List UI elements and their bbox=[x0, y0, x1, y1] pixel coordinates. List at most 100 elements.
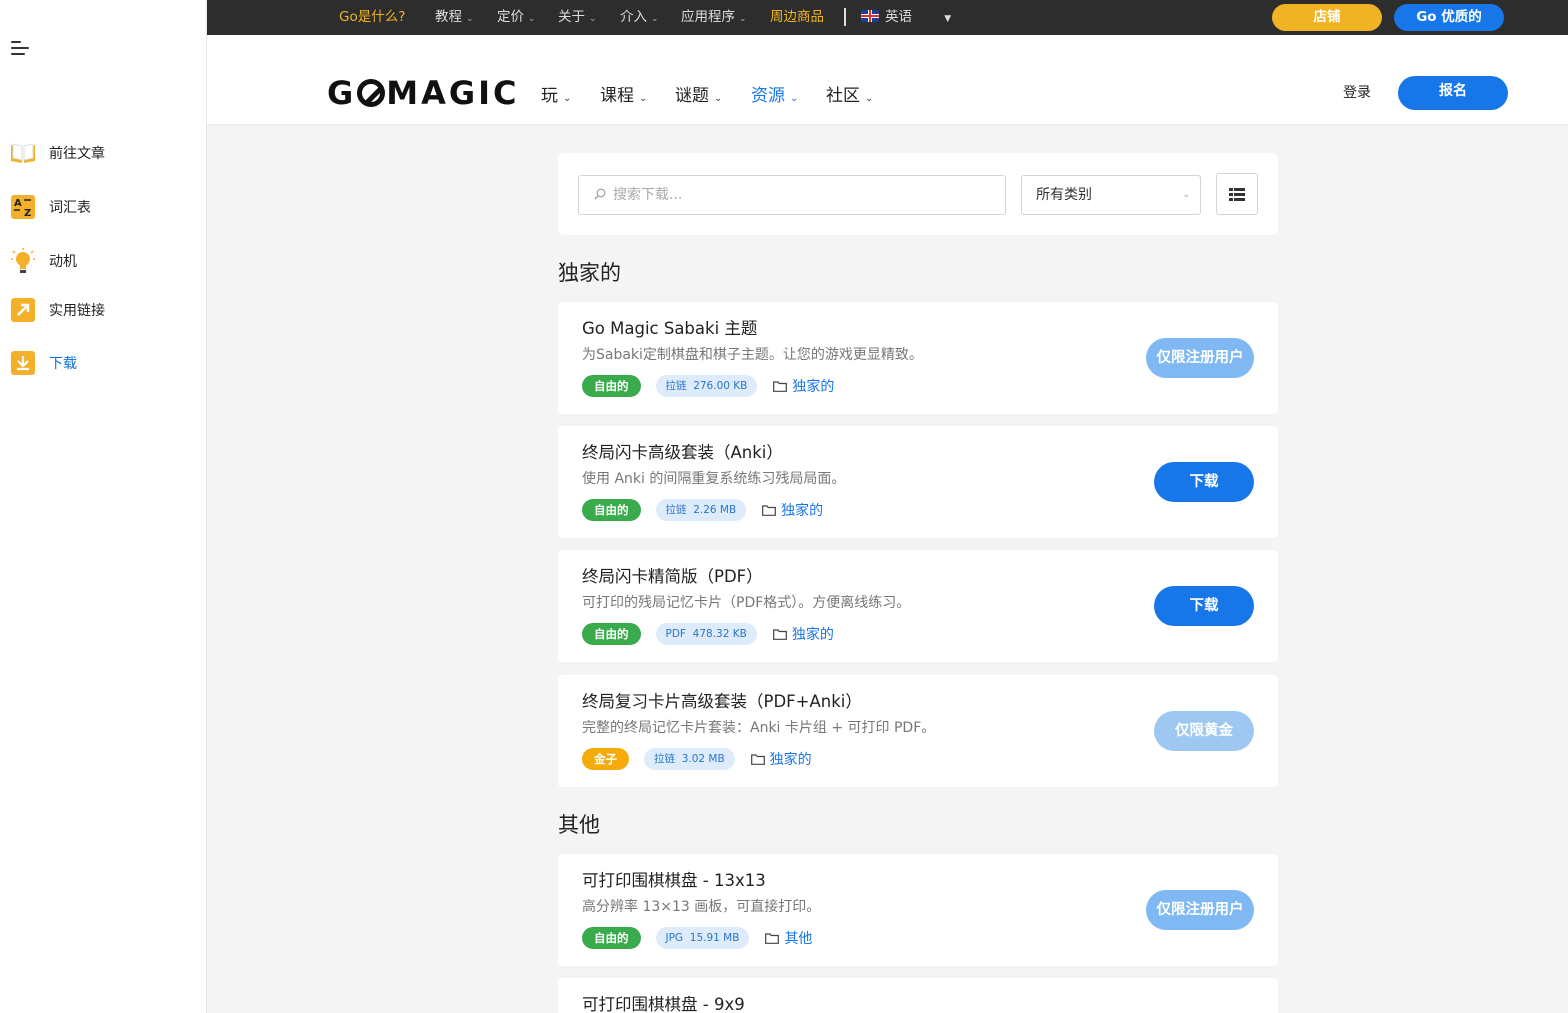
lightbulb-icon bbox=[10, 248, 36, 274]
license-badge: 自由的 bbox=[582, 375, 641, 397]
sidebar-item-label: 实用链接 bbox=[49, 303, 105, 319]
chevron-down-icon: ⌄ bbox=[739, 14, 747, 24]
registered-only-button[interactable]: 仅限注册用户 bbox=[1146, 890, 1254, 930]
license-badge: 自由的 bbox=[582, 927, 641, 949]
chevron-down-icon: ⌄ bbox=[466, 14, 474, 24]
go-premium-button[interactable]: Go 优质的 bbox=[1394, 4, 1504, 31]
sidebar-item-label: 前往文章 bbox=[49, 146, 105, 162]
nav-play[interactable]: 玩 ⌄ bbox=[541, 81, 571, 106]
folder-icon bbox=[765, 932, 780, 944]
nav-resources[interactable]: 资源 ⌄ bbox=[751, 81, 798, 106]
topbar-apps[interactable]: 应用程序 ⌄ bbox=[681, 0, 747, 35]
signup-button[interactable]: 报名 bbox=[1398, 76, 1508, 110]
download-meta: 自由的 JPG 15.91 MB 其他 bbox=[582, 927, 812, 949]
sidebar-item-label: 动机 bbox=[49, 254, 77, 270]
login-link[interactable]: 登录 bbox=[1343, 82, 1371, 102]
download-meta: 自由的 拉链 2.26 MB 独家的 bbox=[582, 499, 823, 521]
download-title: 终局复习卡片高级套装（PDF+Anki） bbox=[582, 692, 862, 711]
chevron-down-icon: ⌄ bbox=[651, 14, 659, 24]
download-item: 可打印围棋棋盘 - 13x13 高分辨率 13×13 画板，可直接打印。 自由的… bbox=[558, 854, 1278, 966]
topbar-what-is-go[interactable]: Go是什么? bbox=[339, 0, 405, 35]
topbar-divider bbox=[844, 8, 846, 26]
category-link[interactable]: 其他 bbox=[784, 928, 812, 948]
chevron-down-icon: ⌄ bbox=[714, 93, 723, 104]
topbar-merch[interactable]: 周边商品 bbox=[770, 0, 824, 35]
topbar-about[interactable]: 关于 ⌄ bbox=[558, 0, 597, 35]
download-button[interactable]: 下载 bbox=[1154, 586, 1254, 626]
download-icon bbox=[10, 350, 36, 376]
sidebar-item-downloads[interactable]: 下载 bbox=[10, 349, 77, 377]
download-description: 完整的终局记忆卡片套装：Anki 卡片组 + 可打印 PDF。 bbox=[582, 720, 936, 736]
uk-flag-icon bbox=[861, 10, 879, 22]
category-link[interactable]: 独家的 bbox=[770, 749, 812, 769]
download-title: 终局闪卡精简版（PDF） bbox=[582, 567, 763, 586]
sidebar-item-label: 下载 bbox=[49, 356, 77, 372]
category-link[interactable]: 独家的 bbox=[792, 376, 834, 396]
download-title: 终局闪卡高级套装（Anki） bbox=[582, 443, 783, 462]
download-item: 终局闪卡精简版（PDF） 可打印的残局记忆卡片（PDF格式）。方便离线练习。 自… bbox=[558, 550, 1278, 662]
download-description: 为Sabaki定制棋盘和棋子主题。让您的游戏更显精致。 bbox=[582, 347, 923, 363]
topbar-get-involved[interactable]: 介入 ⌄ bbox=[620, 0, 659, 35]
topbar-tutorials[interactable]: 教程 ⌄ bbox=[435, 0, 474, 35]
sidebar-item-glossary[interactable]: AZ 词汇表 bbox=[10, 193, 91, 221]
category-link[interactable]: 独家的 bbox=[781, 500, 823, 520]
download-item: 终局闪卡高级套装（Anki） 使用 Anki 的间隔重复系统练习残局局面。 自由… bbox=[558, 426, 1278, 538]
chevron-down-icon: ⌄ bbox=[790, 93, 799, 104]
chevron-down-icon: ⌄ bbox=[589, 14, 597, 24]
search-panel: 所有类别⌄ bbox=[558, 153, 1278, 235]
download-meta: 自由的 PDF 478.32 KB 独家的 bbox=[582, 623, 834, 645]
chevron-down-icon: ⌄ bbox=[639, 93, 648, 104]
nav-courses[interactable]: 课程 ⌄ bbox=[600, 81, 647, 106]
caret-down-icon: ▼ bbox=[944, 14, 952, 24]
language-selector[interactable]: 英语 ▼ bbox=[861, 0, 951, 35]
download-item: 终局复习卡片高级套装（PDF+Anki） 完整的终局记忆卡片套装：Anki 卡片… bbox=[558, 675, 1278, 787]
az-icon: AZ bbox=[10, 194, 36, 220]
svg-text:A: A bbox=[14, 198, 22, 209]
gomagic-logo[interactable]: G MAGIC bbox=[327, 75, 520, 111]
nav-community[interactable]: 社区 ⌄ bbox=[826, 81, 873, 106]
nav-puzzles[interactable]: 谜题 ⌄ bbox=[675, 81, 722, 106]
folder-icon bbox=[772, 628, 787, 640]
main-header: G MAGIC 玩 ⌄ 课程 ⌄ 谜题 ⌄ 资源 ⌄ 社区 ⌄ 登录 报名 bbox=[207, 35, 1568, 125]
list-icon bbox=[1229, 187, 1245, 201]
shop-button[interactable]: 店铺 bbox=[1272, 4, 1382, 31]
chevron-down-icon: ⌄ bbox=[563, 93, 572, 104]
file-badge: 拉链 2.26 MB bbox=[655, 499, 747, 521]
hamburger-menu-icon[interactable] bbox=[11, 41, 31, 57]
download-title: 可打印围棋棋盘 - 9x9 bbox=[582, 995, 745, 1013]
section-title-other: 其他 bbox=[558, 813, 600, 837]
sidebar-item-articles[interactable]: 前往文章 bbox=[10, 139, 105, 167]
sidebar: 前往文章 AZ 词汇表 动机 实用链接 下载 bbox=[0, 0, 207, 1013]
download-meta: 金子 拉链 3.02 MB 独家的 bbox=[582, 748, 812, 770]
search-input[interactable] bbox=[578, 175, 1006, 215]
book-icon bbox=[10, 140, 36, 166]
download-title: 可打印围棋棋盘 - 13x13 bbox=[582, 871, 766, 890]
gold-only-button[interactable]: 仅限黄金 bbox=[1154, 711, 1254, 751]
download-item: 可打印围棋棋盘 - 9x9 bbox=[558, 978, 1278, 1013]
license-badge: 金子 bbox=[582, 748, 629, 770]
download-button[interactable]: 下载 bbox=[1154, 462, 1254, 502]
sidebar-item-useful-links[interactable]: 实用链接 bbox=[10, 296, 105, 324]
download-item: Go Magic Sabaki 主题 为Sabaki定制棋盘和棋子主题。让您的游… bbox=[558, 302, 1278, 414]
folder-icon bbox=[762, 504, 777, 516]
link-arrow-icon bbox=[10, 297, 36, 323]
svg-text:Z: Z bbox=[24, 208, 31, 219]
download-meta: 自由的 拉链 276.00 KB 独家的 bbox=[582, 375, 834, 397]
category-link[interactable]: 独家的 bbox=[792, 624, 834, 644]
download-description: 可打印的残局记忆卡片（PDF格式）。方便离线练习。 bbox=[582, 595, 911, 611]
file-badge: 拉链 3.02 MB bbox=[644, 748, 735, 770]
sidebar-item-motivation[interactable]: 动机 bbox=[10, 247, 77, 275]
license-badge: 自由的 bbox=[582, 499, 641, 521]
chevron-down-icon: ⌄ bbox=[528, 14, 536, 24]
folder-icon bbox=[773, 380, 788, 392]
category-select[interactable]: 所有类别 ⌄ bbox=[1021, 175, 1201, 215]
download-title: Go Magic Sabaki 主题 bbox=[582, 319, 758, 338]
list-view-toggle[interactable] bbox=[1216, 173, 1258, 215]
registered-only-button[interactable]: 仅限注册用户 bbox=[1146, 338, 1254, 378]
license-badge: 自由的 bbox=[582, 623, 641, 645]
folder-icon bbox=[750, 753, 765, 765]
sidebar-item-label: 词汇表 bbox=[49, 200, 91, 216]
topbar-pricing[interactable]: 定价 ⌄ bbox=[497, 0, 536, 35]
top-bar: Go是什么? 教程 ⌄ 定价 ⌄ 关于 ⌄ 介入 ⌄ 应用程序 ⌄ 周边商品 英语 ▼ 店… bbox=[207, 0, 1568, 35]
chevron-down-icon: ⌄ bbox=[865, 93, 874, 104]
